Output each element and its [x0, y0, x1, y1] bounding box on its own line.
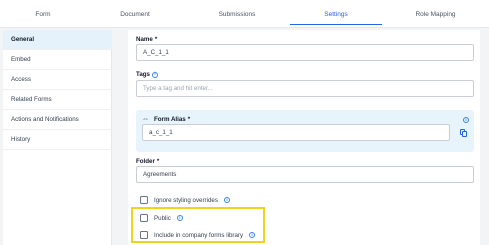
highlight-box: [131, 207, 265, 243]
sidebar-item-actions-notifications[interactable]: Actions and Notifications: [3, 110, 112, 130]
form-alias-label: ⇔ Form Alias *: [142, 116, 191, 123]
tab-submissions[interactable]: Submissions: [184, 0, 290, 28]
folder-value: Agreements: [143, 171, 177, 178]
tab-document-label: Document: [120, 10, 150, 18]
ignore-styling-checkbox[interactable]: [140, 196, 148, 204]
ignore-styling-label: Ignore styling overrides: [154, 196, 218, 204]
name-label: Name *: [136, 36, 158, 43]
copy-icon[interactable]: [460, 129, 467, 137]
info-circle-icon[interactable]: i: [151, 71, 158, 78]
tags-label: Tags i: [136, 71, 158, 78]
tab-bar: Form Document Submissions Settings Role …: [0, 0, 489, 28]
sidebar-item-history[interactable]: History: [3, 130, 112, 150]
folder-label: Folder *: [136, 158, 160, 165]
sidebar-item-label: Embed: [11, 56, 31, 63]
tab-submissions-label: Submissions: [218, 10, 256, 18]
form-alias-value: a_c_1_1: [149, 129, 173, 136]
folder-select[interactable]: Agreements: [136, 166, 474, 183]
sidebar-item-related-forms[interactable]: Related Forms: [3, 90, 112, 110]
active-tab-indicator: [290, 23, 382, 25]
sidebar-item-label: History: [11, 136, 31, 143]
tags-placeholder: Type a tag and hit enter...: [143, 85, 213, 92]
ignore-styling-row: Ignore styling overrides i: [140, 196, 230, 204]
name-input[interactable]: A_C_1_1: [136, 44, 474, 61]
tab-form-label: Form: [35, 10, 51, 18]
sidebar-item-embed[interactable]: Embed: [3, 50, 112, 70]
tab-form[interactable]: Form: [0, 0, 86, 28]
info-circle-icon[interactable]: i: [223, 197, 230, 203]
info-circle-icon[interactable]: i: [463, 117, 469, 123]
tab-settings[interactable]: Settings: [290, 0, 382, 28]
sidebar-item-label: Actions and Notifications: [11, 116, 79, 123]
tab-settings-label: Settings: [324, 10, 348, 18]
double-arrow-icon: ⇔: [142, 116, 149, 123]
form-alias-input[interactable]: a_c_1_1: [142, 124, 450, 141]
sidebar-item-general[interactable]: General: [3, 30, 112, 50]
sidebar-item-access[interactable]: Access: [3, 70, 112, 90]
settings-sidebar: General Embed Access Related Forms Actio…: [3, 30, 112, 245]
tags-input[interactable]: Type a tag and hit enter...: [136, 80, 474, 97]
name-value: A_C_1_1: [143, 49, 169, 56]
sidebar-item-label: Access: [11, 76, 31, 83]
tab-document[interactable]: Document: [86, 0, 184, 28]
sidebar-item-label: General: [11, 36, 35, 43]
sidebar-item-label: Related Forms: [11, 96, 52, 103]
tab-role-mapping-label: Role Mapping: [415, 10, 456, 18]
tab-role-mapping[interactable]: Role Mapping: [382, 0, 489, 28]
